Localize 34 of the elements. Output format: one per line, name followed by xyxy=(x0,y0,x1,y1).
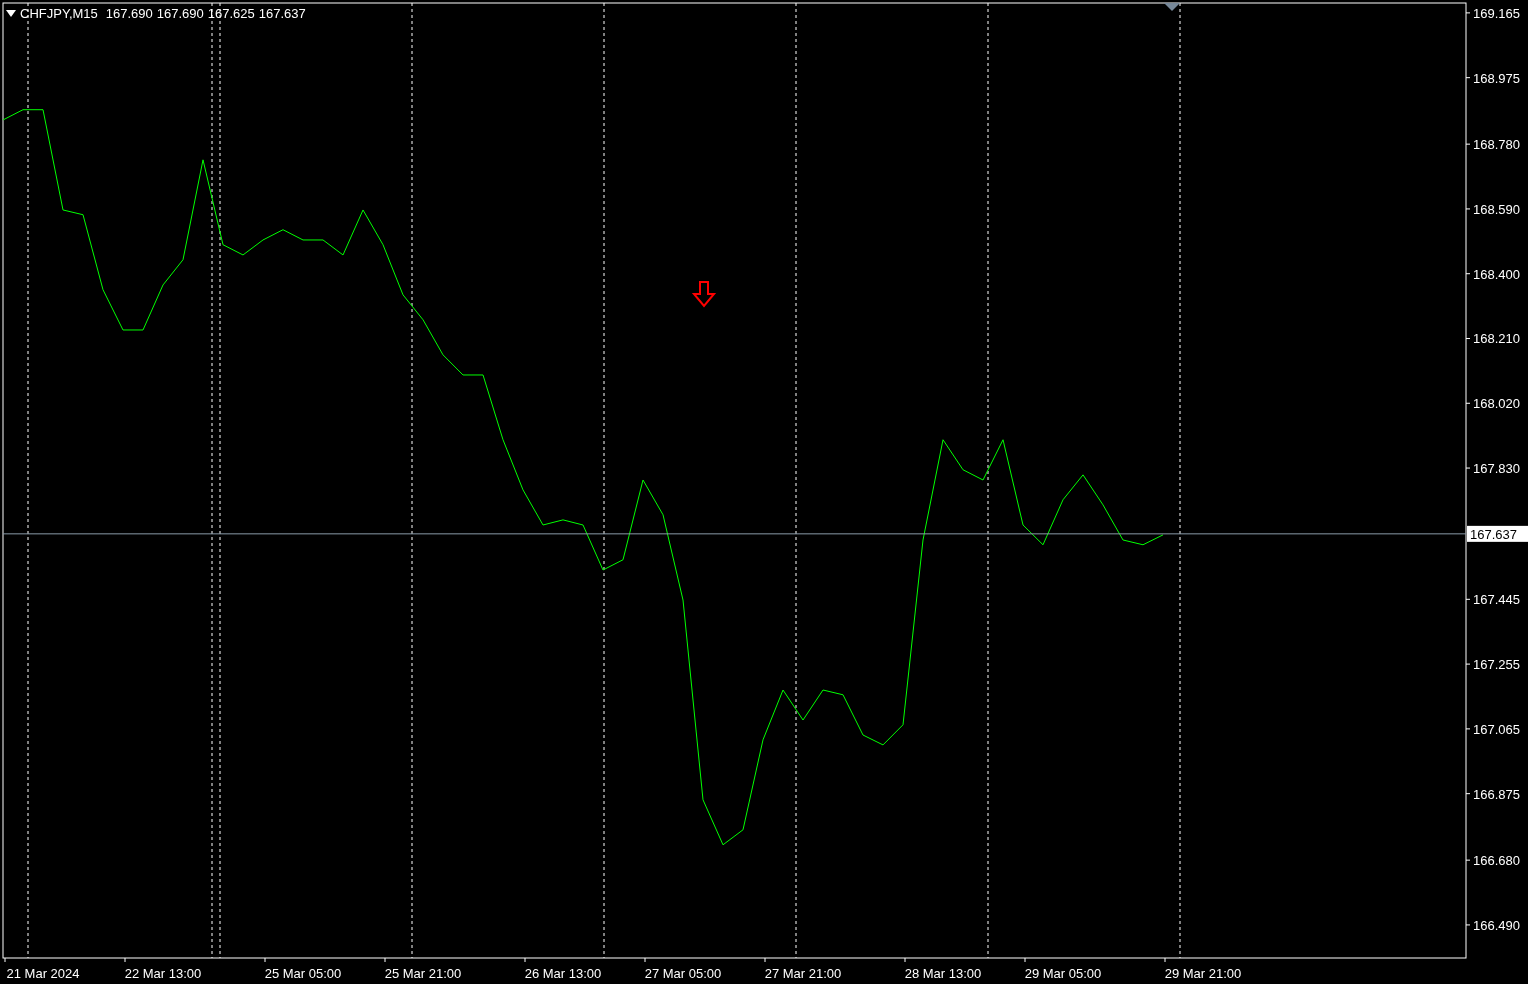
y-axis-label: 168.780 xyxy=(1473,137,1520,153)
x-axis-label: 29 Mar 05:00 xyxy=(1024,966,1102,981)
y-axis-label: 168.975 xyxy=(1473,70,1520,86)
y-axis-label: 168.400 xyxy=(1473,266,1520,282)
y-axis-label: 168.590 xyxy=(1473,201,1520,217)
x-axis-label: 25 Mar 05:00 xyxy=(264,966,342,981)
y-axis-label: 167.445 xyxy=(1473,592,1520,608)
x-axis-label: 28 Mar 13:00 xyxy=(904,966,982,981)
y-axis-label: 166.680 xyxy=(1473,853,1520,869)
y-axis-label: 167.065 xyxy=(1473,721,1520,737)
y-axis-label: 167.255 xyxy=(1473,657,1520,673)
x-axis-label: 25 Mar 21:00 xyxy=(384,966,462,981)
symbol-label: CHFJPY,M15 xyxy=(20,7,98,20)
dropdown-triangle-icon[interactable] xyxy=(6,10,16,17)
price-value: 167.637 xyxy=(258,7,306,20)
x-axis-label: 27 Mar 05:00 xyxy=(644,966,722,981)
triangle-marker-icon xyxy=(1164,3,1180,11)
y-axis-label: 166.490 xyxy=(1473,917,1520,933)
y-axis-label: 168.210 xyxy=(1473,331,1520,347)
ref-line-label: 167.637 xyxy=(1470,526,1517,542)
x-axis-label: 22 Mar 13:00 xyxy=(124,966,202,981)
x-axis-label: 29 Mar 21:00 xyxy=(1164,966,1242,981)
price-value: 167.625 xyxy=(207,7,255,20)
x-axis-label: 26 Mar 13:00 xyxy=(524,966,602,981)
x-axis-label: 27 Mar 21:00 xyxy=(764,966,842,981)
y-axis-label: 166.875 xyxy=(1473,786,1520,802)
y-axis-label: 167.830 xyxy=(1473,461,1520,477)
y-axis-label: 168.020 xyxy=(1473,396,1520,412)
x-axis-label: 21 Mar 2024 xyxy=(6,966,80,981)
price-value: 167.690 xyxy=(156,7,204,20)
price-value: 167.690 xyxy=(105,7,153,20)
current-price-label: 167.637 xyxy=(1467,525,1528,542)
down-arrow-icon xyxy=(691,281,717,308)
y-axis-label: 169.165 xyxy=(1473,5,1520,21)
